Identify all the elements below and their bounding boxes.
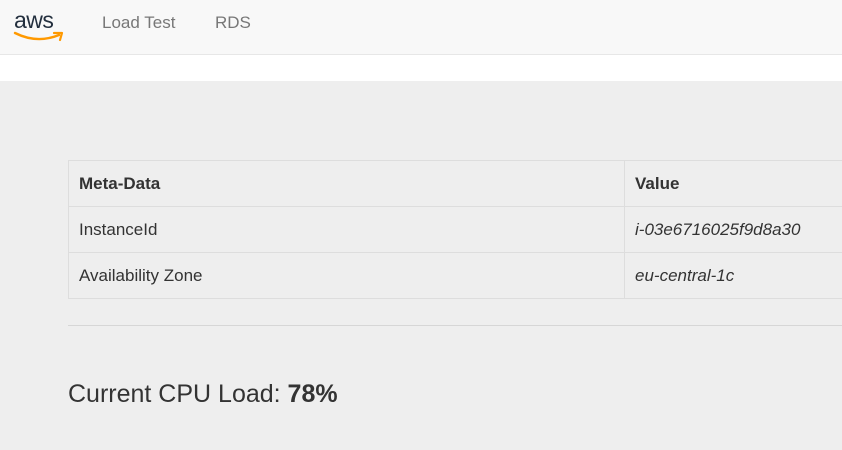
aws-smile-icon	[13, 31, 64, 42]
column-header-value: Value	[624, 160, 842, 207]
aws-logo[interactable]: aws	[13, 6, 67, 46]
table-row: InstanceId i-03e6716025f9d8a30	[68, 206, 842, 253]
nav-link-rds[interactable]: RDS	[215, 12, 251, 34]
table-header-row: Meta-Data Value	[68, 160, 842, 207]
cpu-load-value: 78%	[287, 380, 338, 408]
meta-key-instance-id: InstanceId	[68, 206, 625, 253]
column-header-meta-data: Meta-Data	[68, 160, 625, 207]
divider	[68, 325, 842, 326]
top-navbar: aws Load Test RDS	[0, 0, 842, 55]
meta-value-availability-zone: eu-central-1c	[624, 252, 842, 299]
table-row: Availability Zone eu-central-1c	[68, 252, 842, 299]
cpu-load-label: Current CPU Load:	[68, 380, 288, 408]
nav-link-load-test[interactable]: Load Test	[102, 12, 175, 34]
meta-key-availability-zone: Availability Zone	[68, 252, 625, 299]
metadata-table: Meta-Data Value InstanceId i-03e6716025f…	[68, 160, 842, 299]
header-spacer	[0, 55, 842, 81]
cpu-load-heading: Current CPU Load: 78%	[68, 378, 338, 410]
meta-value-instance-id: i-03e6716025f9d8a30	[624, 206, 842, 253]
